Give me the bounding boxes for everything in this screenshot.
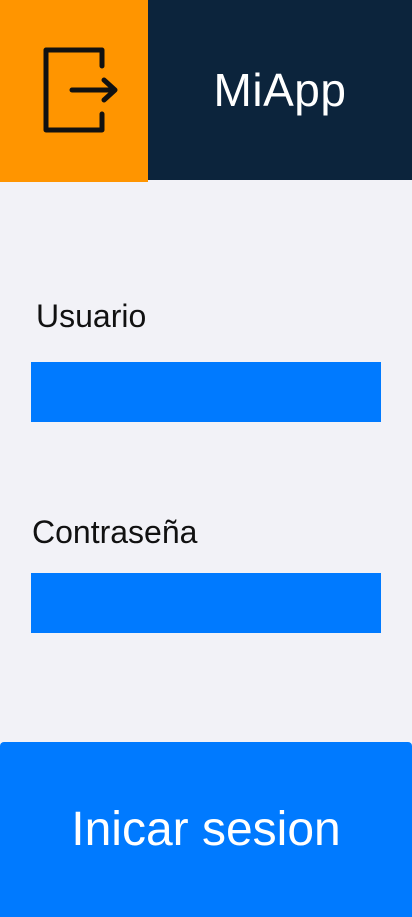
app-title: MiApp bbox=[213, 64, 347, 116]
username-field[interactable] bbox=[31, 362, 381, 422]
header-icon-box bbox=[0, 0, 148, 182]
password-label: Contraseña bbox=[32, 514, 198, 550]
logout-icon bbox=[43, 47, 118, 133]
username-label: Usuario bbox=[36, 298, 147, 334]
app-header: MiApp bbox=[0, 0, 412, 182]
header-title-box: MiApp bbox=[148, 0, 412, 180]
login-screen: MiApp Usuario Contraseña Inicar sesion bbox=[0, 0, 412, 917]
password-field[interactable] bbox=[31, 573, 381, 633]
login-button[interactable]: Inicar sesion bbox=[0, 742, 412, 917]
